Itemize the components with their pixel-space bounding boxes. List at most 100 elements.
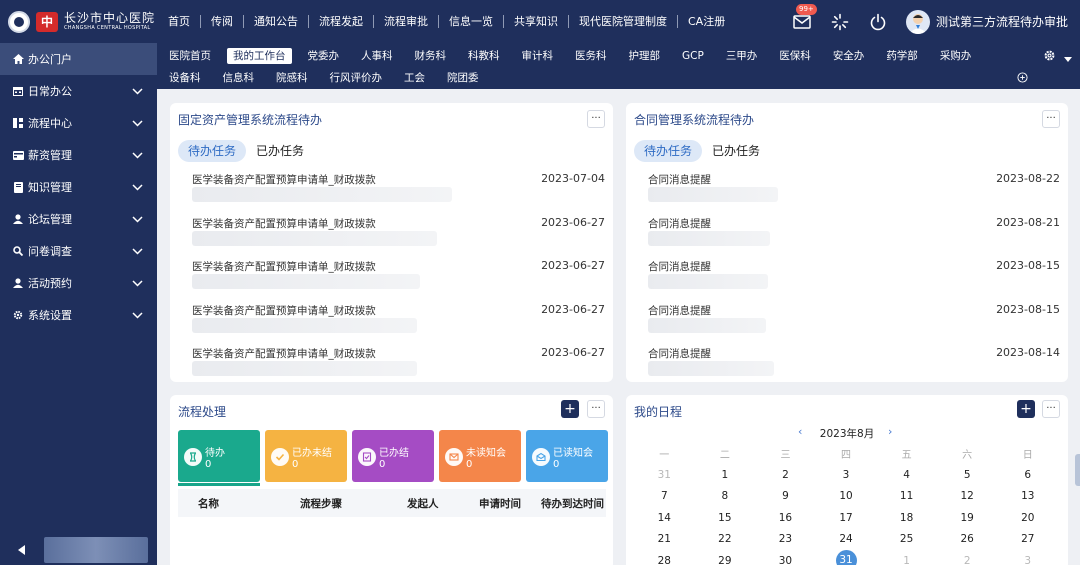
sidebar-collapse-button[interactable] — [0, 545, 44, 555]
sidebar-item[interactable]: 办公门户 — [0, 43, 157, 75]
calendar-day[interactable]: 18 — [876, 512, 937, 524]
message-button[interactable]: 99+ — [792, 3, 817, 32]
calendar-day[interactable]: 22 — [695, 533, 756, 545]
department-tab[interactable]: 院感科 — [270, 70, 314, 86]
calendar-day[interactable]: 11 — [876, 490, 937, 502]
department-tab[interactable]: 信息科 — [217, 70, 261, 86]
list-item[interactable]: 医学装备资产配置预算申请单_财政拨款 2023-06-27 — [192, 346, 605, 386]
list-item[interactable]: 合同消息提醒 2023-08-14 — [648, 346, 1060, 386]
department-tab[interactable]: 工会 — [398, 70, 431, 86]
hospital-logo[interactable]: 中 长沙市中心医院 CHANGSHA CENTRAL HOSPITAL — [0, 0, 158, 43]
department-tab[interactable]: 医保科 — [773, 48, 817, 64]
calendar-day[interactable]: 27 — [997, 533, 1058, 545]
calendar-day[interactable]: 26 — [937, 533, 998, 545]
sidebar-item[interactable]: 活动预约 — [0, 267, 157, 299]
column-header[interactable]: 流程步骤 — [300, 496, 342, 511]
topnav-item[interactable]: 共享知识 — [504, 15, 569, 28]
calendar-day[interactable]: 4 — [876, 469, 937, 481]
calendar-day[interactable]: 3 — [816, 469, 877, 481]
topnav-item[interactable]: 传阅 — [201, 15, 244, 28]
department-tab[interactable]: 安全办 — [827, 48, 871, 64]
calendar-day[interactable]: 19 — [937, 512, 998, 524]
column-header[interactable]: 发起人 — [407, 496, 439, 511]
calendar-day[interactable]: 28 — [634, 555, 695, 565]
status-card[interactable]: 未读知会 0 — [439, 430, 521, 482]
list-item[interactable]: 医学装备资产配置预算申请单_财政拨款 2023-06-27 — [192, 303, 605, 343]
tab-dropdown-button[interactable] — [1064, 53, 1072, 66]
calendar-day[interactable]: 9 — [755, 490, 816, 502]
topnav-item[interactable]: 流程发起 — [309, 15, 374, 28]
calendar-day[interactable]: 25 — [876, 533, 937, 545]
status-card[interactable]: 已办结 0 — [352, 430, 434, 482]
department-tab[interactable]: 护理部 — [623, 48, 667, 64]
tab-pending[interactable]: 待办任务 — [178, 140, 247, 162]
department-tab[interactable]: 党委办 — [302, 48, 346, 64]
department-tab[interactable]: 三甲办 — [720, 48, 764, 64]
calendar-day[interactable]: 6 — [997, 469, 1058, 481]
department-tab[interactable]: 药学部 — [880, 48, 924, 64]
calendar-day[interactable]: 10 — [816, 490, 877, 502]
department-tab[interactable]: GCP — [676, 48, 710, 64]
more-button[interactable]: ··· — [587, 110, 605, 128]
column-header[interactable]: 待办到达时间 — [541, 496, 604, 511]
sidebar-item[interactable]: 日常办公 — [0, 75, 157, 107]
topnav-item[interactable]: 现代医院管理制度 — [569, 15, 678, 28]
department-tab[interactable]: 财务科 — [409, 48, 453, 64]
calendar-day[interactable]: 14 — [634, 512, 695, 524]
calendar-day[interactable]: 2 — [755, 469, 816, 481]
more-button[interactable]: ··· — [587, 400, 605, 418]
list-item[interactable]: 合同消息提醒 2023-08-22 — [648, 172, 1060, 212]
calendar-day[interactable]: 24 — [816, 533, 877, 545]
calendar-day[interactable]: 30 — [755, 555, 816, 565]
topnav-item[interactable]: CA注册 — [678, 15, 735, 28]
sidebar-item[interactable]: 流程中心 — [0, 107, 157, 139]
calendar-day[interactable]: 15 — [695, 512, 756, 524]
status-card[interactable]: 待办 0 — [178, 430, 260, 486]
calendar-day[interactable]: 5 — [937, 469, 998, 481]
add-schedule-button[interactable]: + — [1017, 400, 1035, 418]
department-tab[interactable]: 科教科 — [462, 48, 506, 64]
department-tab[interactable]: 采购办 — [934, 48, 978, 64]
list-item[interactable]: 医学装备资产配置预算申请单_财政拨款 2023-06-27 — [192, 216, 605, 256]
list-item[interactable]: 医学装备资产配置预算申请单_财政拨款 2023-07-04 — [192, 172, 605, 212]
tab-done[interactable]: 已办任务 — [702, 140, 770, 162]
list-item[interactable]: 合同消息提醒 2023-08-15 — [648, 259, 1060, 299]
department-tab[interactable]: 行风评价办 — [324, 70, 389, 86]
department-tab[interactable]: 医务科 — [569, 48, 613, 64]
add-tab-button[interactable] — [1017, 72, 1028, 86]
sidebar-item[interactable]: 论坛管理 — [0, 203, 157, 235]
calendar-day[interactable]: 16 — [755, 512, 816, 524]
more-button[interactable]: ··· — [1042, 110, 1060, 128]
status-card[interactable]: 已办未结 0 — [265, 430, 347, 482]
department-tab[interactable]: 设备科 — [163, 70, 207, 86]
calendar-day[interactable]: 20 — [997, 512, 1058, 524]
calendar-day[interactable]: 3 — [997, 555, 1058, 565]
department-tab[interactable]: 院团委 — [441, 70, 485, 86]
column-header[interactable]: 申请时间 — [479, 496, 521, 511]
side-drawer-handle[interactable] — [1075, 454, 1080, 486]
tab-done[interactable]: 已办任务 — [246, 140, 314, 162]
next-month-button[interactable]: › — [888, 425, 892, 438]
sidebar-item[interactable]: 系统设置 — [0, 299, 157, 331]
calendar-day[interactable]: 8 — [695, 490, 756, 502]
department-tab[interactable]: 审计科 — [516, 48, 560, 64]
calendar-day[interactable]: 1 — [876, 555, 937, 565]
calendar-day-today[interactable]: 31 — [816, 550, 877, 565]
list-item[interactable]: 合同消息提醒 2023-08-15 — [648, 303, 1060, 343]
department-tab[interactable]: 医院首页 — [163, 48, 217, 64]
tab-pending[interactable]: 待办任务 — [634, 140, 703, 162]
department-tab[interactable]: 我的工作台 — [227, 48, 292, 64]
calendar-day[interactable]: 29 — [695, 555, 756, 565]
column-header[interactable]: 名称 — [198, 496, 219, 511]
calendar-day[interactable]: 21 — [634, 533, 695, 545]
more-button[interactable]: ··· — [1042, 400, 1060, 418]
sidebar-item[interactable]: 薪资管理 — [0, 139, 157, 171]
topnav-item[interactable]: 首页 — [158, 15, 201, 28]
status-card[interactable]: 已读知会 0 — [526, 430, 608, 482]
list-item[interactable]: 医学装备资产配置预算申请单_财政拨款 2023-06-27 — [192, 259, 605, 299]
calendar-day[interactable]: 1 — [695, 469, 756, 481]
calendar-day[interactable]: 31 — [634, 469, 695, 481]
department-tab[interactable]: 人事科 — [355, 48, 399, 64]
calendar-day[interactable]: 17 — [816, 512, 877, 524]
logout-button[interactable] — [868, 12, 888, 32]
